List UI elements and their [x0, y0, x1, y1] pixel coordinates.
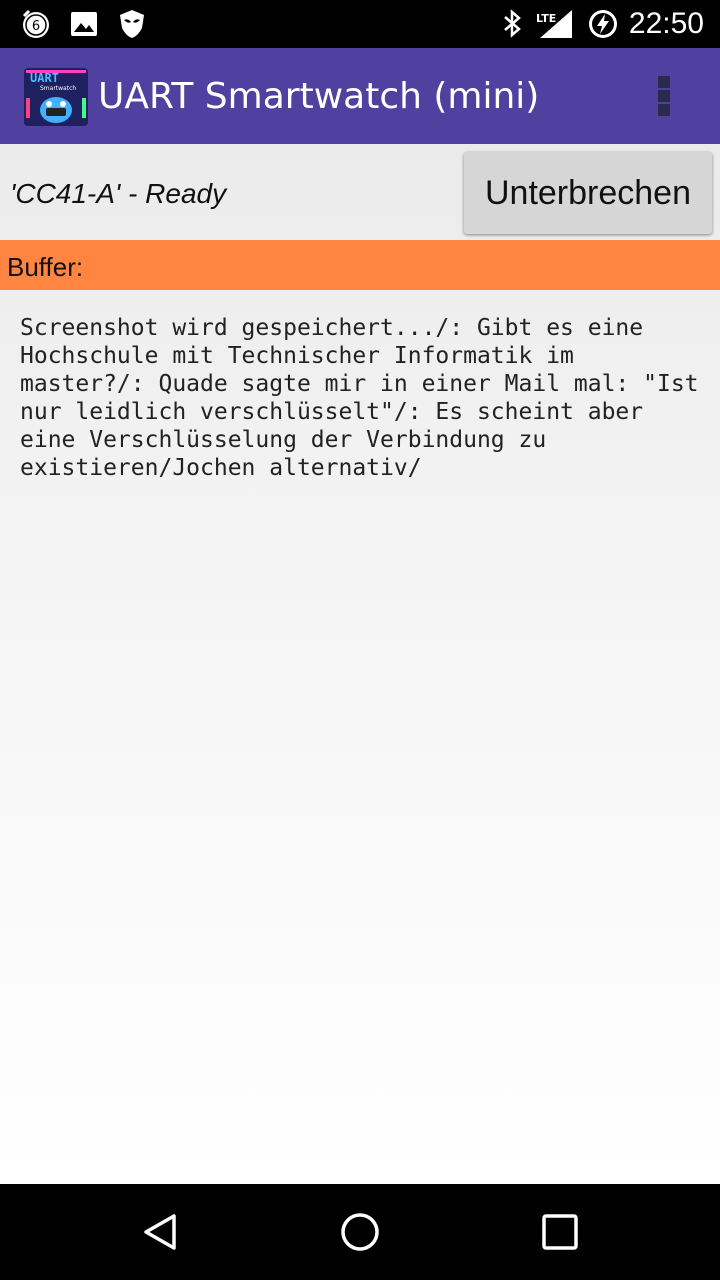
- bluetooth-icon: [504, 9, 521, 38]
- home-circle-icon[interactable]: [336, 1208, 384, 1256]
- alarm-badge: 6: [32, 19, 40, 34]
- logo-subtext: Smartwatch: [40, 85, 76, 92]
- buffer-content: Screenshot wird gespeichert.../: Gibt es…: [20, 315, 713, 481]
- battery-charging-icon: [589, 10, 617, 38]
- app-title: UART Smartwatch (mini): [98, 76, 540, 117]
- alarm-6-icon: 6: [22, 9, 49, 38]
- recents-square-icon[interactable]: [536, 1208, 584, 1256]
- status-time: 22:50: [628, 7, 704, 40]
- connection-row: 'CC41-A' - Ready Unterbrechen: [0, 144, 720, 240]
- status-bar: 6 LTE 22:50: [0, 0, 720, 48]
- network-label: LTE: [536, 12, 556, 25]
- back-triangle-icon[interactable]: [136, 1208, 184, 1256]
- image-icon: [71, 12, 97, 36]
- connection-status: 'CC41-A' - Ready: [10, 178, 227, 209]
- overflow-menu-icon[interactable]: [650, 72, 678, 120]
- main-content: 'CC41-A' - Ready Unterbrechen Buffer: Sc…: [0, 144, 720, 1184]
- logo-text: UART: [30, 71, 59, 85]
- buffer-header: Buffer:: [0, 240, 720, 290]
- lte-signal-icon: LTE: [536, 10, 572, 38]
- shield-mask-icon: [120, 10, 144, 38]
- app-bar: UART Smartwatch UART Smartwatch (mini): [0, 48, 720, 144]
- uart-smartwatch-logo-icon: UART Smartwatch: [24, 68, 88, 126]
- disconnect-button[interactable]: Unterbrechen: [464, 152, 712, 234]
- buffer-label: Buffer:: [7, 252, 84, 282]
- navigation-bar: [0, 1184, 720, 1280]
